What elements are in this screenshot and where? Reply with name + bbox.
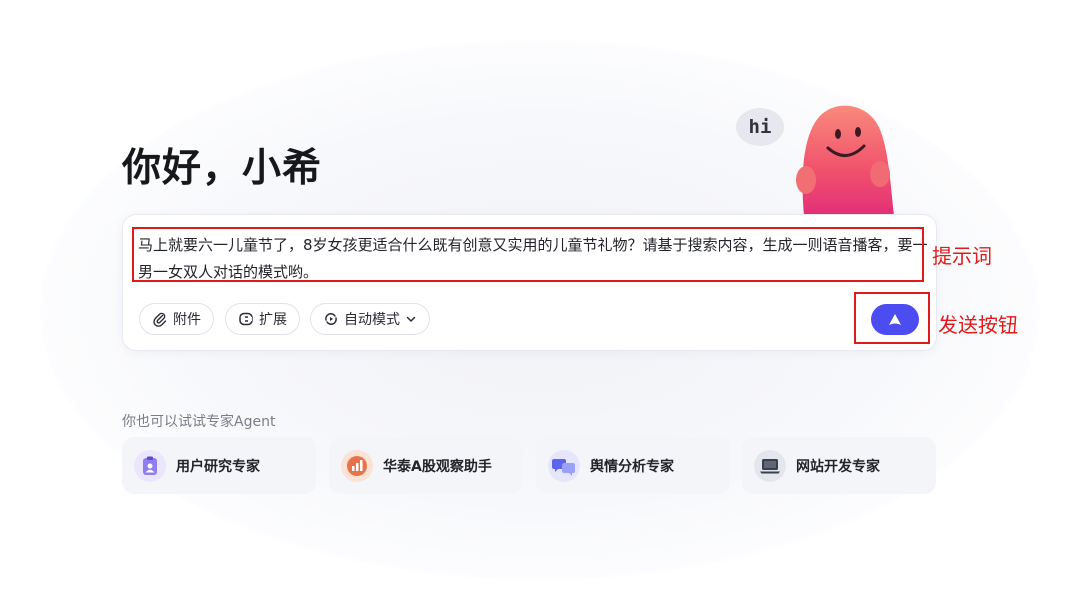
laptop-icon bbox=[754, 449, 786, 482]
paperclip-icon bbox=[153, 312, 167, 327]
agent-name: 华泰A股观察助手 bbox=[383, 458, 492, 475]
agent-card-huatai[interactable]: 华泰A股观察助手 bbox=[329, 437, 523, 494]
attach-label: 附件 bbox=[173, 312, 201, 328]
agent-name: 用户研究专家 bbox=[176, 458, 260, 475]
greeting-title: 你好，小希 bbox=[122, 146, 323, 191]
prompt-highlight-box bbox=[132, 227, 924, 282]
extend-button[interactable]: 扩展 bbox=[225, 303, 300, 335]
attach-button[interactable]: 附件 bbox=[139, 303, 214, 335]
send-highlight-box bbox=[854, 292, 930, 344]
agent-card-web-dev[interactable]: 网站开发专家 bbox=[742, 437, 936, 494]
prompt-annotation: 提示词 bbox=[932, 244, 992, 268]
extend-label: 扩展 bbox=[259, 312, 287, 328]
agents-section-label: 你也可以试试专家Agent bbox=[122, 414, 276, 430]
extension-icon bbox=[239, 312, 253, 326]
agent-name: 网站开发专家 bbox=[796, 458, 880, 475]
agent-card-sentiment[interactable]: 舆情分析专家 bbox=[536, 437, 730, 494]
mode-select[interactable]: 自动模式 bbox=[310, 303, 430, 335]
chat-bubbles-icon bbox=[548, 449, 580, 482]
send-annotation: 发送按钮 bbox=[938, 313, 1018, 337]
chevron-down-icon bbox=[406, 316, 416, 323]
agent-card-user-research[interactable]: 用户研究专家 bbox=[122, 437, 316, 494]
mascot-speech-bubble: hi bbox=[736, 108, 784, 146]
agent-name: 舆情分析专家 bbox=[590, 458, 674, 475]
stock-chart-icon bbox=[341, 449, 373, 482]
auto-mode-icon bbox=[325, 313, 337, 325]
mode-label: 自动模式 bbox=[344, 312, 400, 328]
clipboard-user-icon bbox=[134, 449, 166, 482]
